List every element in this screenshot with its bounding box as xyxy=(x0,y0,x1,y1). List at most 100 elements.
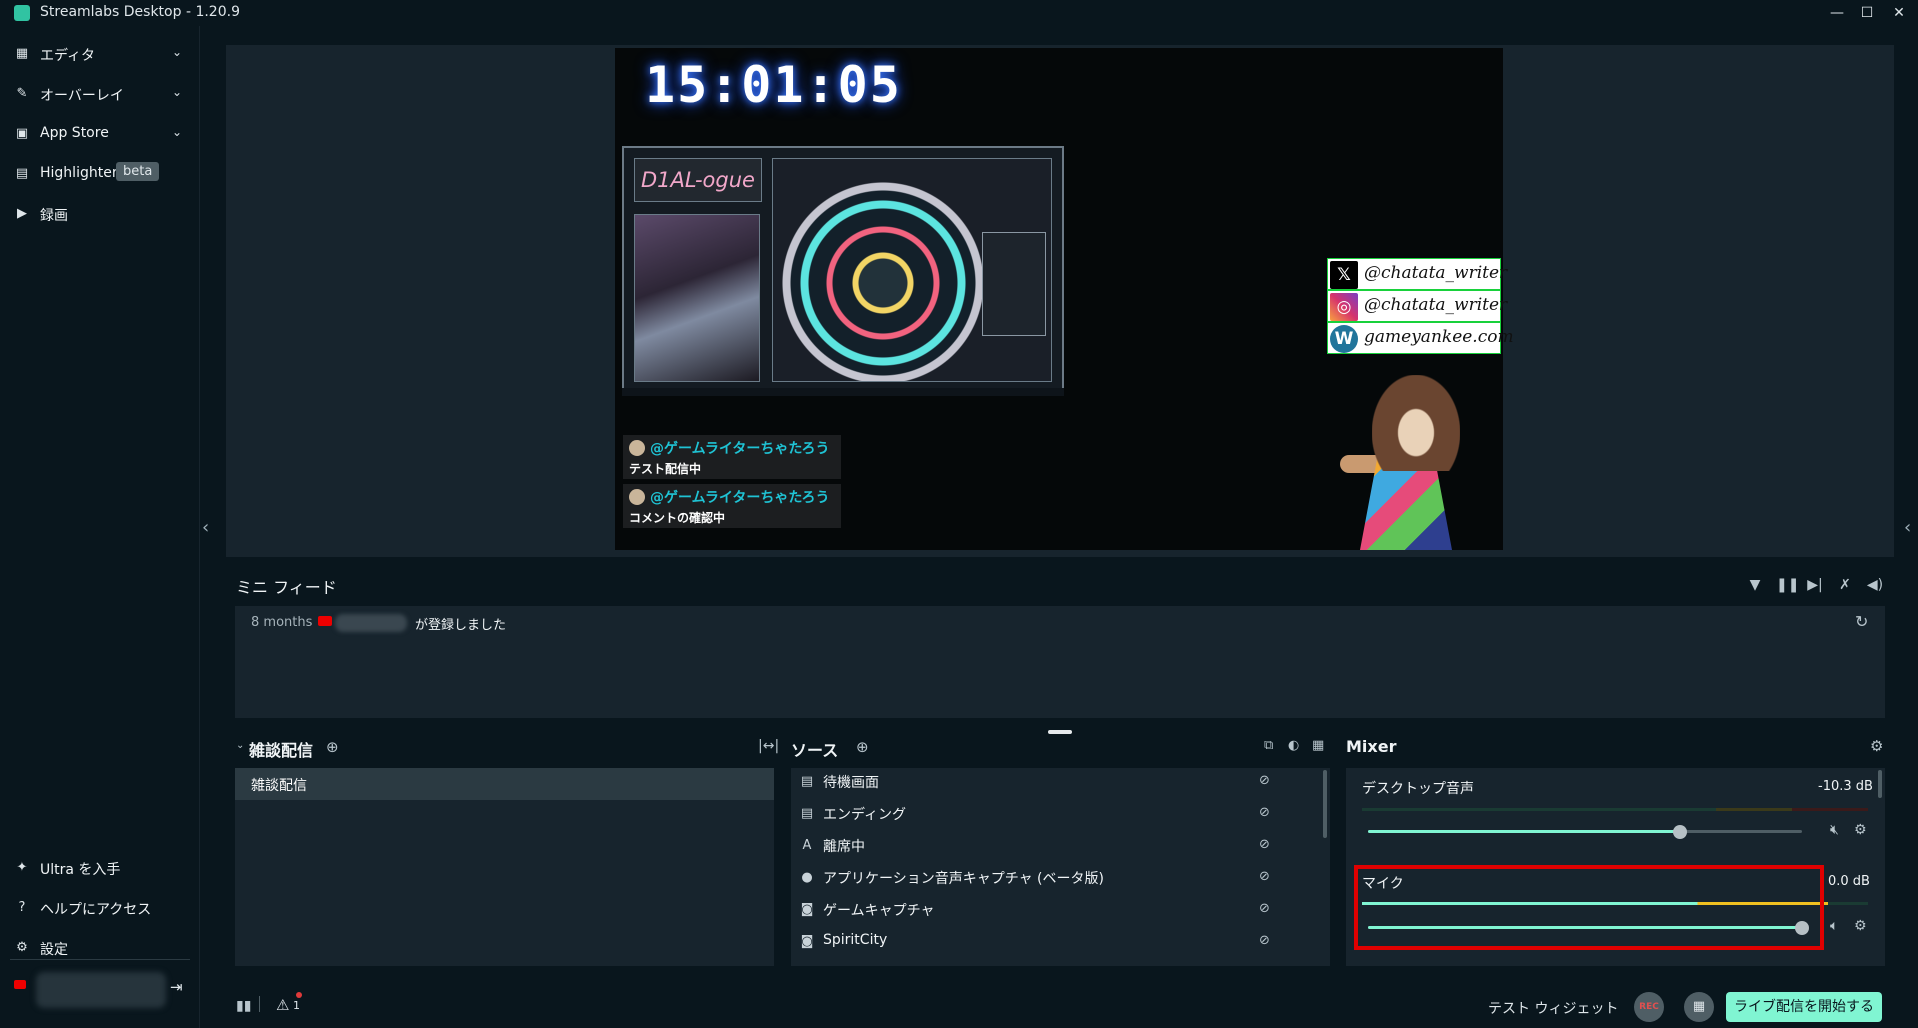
scene-transition-icon[interactable]: |↔| xyxy=(758,738,779,754)
source-item[interactable]: ◙ ゲームキャプチャ ⊘ xyxy=(791,894,1321,926)
skip-icon[interactable]: ▶| xyxy=(1806,576,1824,594)
schedule-icon[interactable]: ▦ xyxy=(1684,992,1714,1022)
event-text: が登録しました xyxy=(415,618,507,633)
social-instagram: ◎ @chatata_writer xyxy=(1327,290,1507,322)
sidebar-item-settings[interactable]: ⚙ 設定 xyxy=(0,929,200,967)
highlighter-icon: ▤ xyxy=(15,166,29,181)
mascot-dog-head xyxy=(1372,375,1460,471)
chevron-down-icon[interactable]: ⌄ xyxy=(172,85,182,99)
volume-icon[interactable]: ◀) xyxy=(1866,576,1884,594)
scenes-title: 雑談配信 xyxy=(249,741,314,760)
refresh-icon[interactable]: ↻ xyxy=(1855,612,1868,631)
visibility-off-icon[interactable]: ⊘ xyxy=(1259,869,1270,884)
x-logo-icon: 𝕏 xyxy=(1330,261,1358,289)
footer-divider xyxy=(259,996,260,1012)
collapse-chevron-icon[interactable]: ⌄ xyxy=(236,740,244,751)
social-handle: @chatata_writer xyxy=(1364,263,1508,283)
minimize-button[interactable]: — xyxy=(1826,2,1848,24)
mute-alerts-icon[interactable]: ✗ xyxy=(1836,576,1854,594)
source-label: ゲームキャプチャ xyxy=(823,903,935,919)
record-button[interactable]: REC xyxy=(1634,992,1664,1022)
sidebar-item-label: Ultra を入手 xyxy=(40,862,121,878)
alert-icon[interactable]: ⚠ xyxy=(276,996,289,1014)
game-side-panel xyxy=(982,232,1046,336)
sidebar-item-highlighter[interactable]: ▤ Highlighter beta xyxy=(0,155,200,193)
maximize-button[interactable]: ☐ xyxy=(1856,2,1878,24)
alert-count: 1 xyxy=(293,999,300,1012)
chat-comment: @ゲームライターちゃたろう テスト配信中 xyxy=(623,435,841,479)
chat-comment: @ゲームライターちゃたろう コメントの確認中 xyxy=(623,484,841,528)
sources-scrollbar[interactable] xyxy=(1323,770,1327,838)
sidebar-item-app-store[interactable]: ▣ App Store ⌄ xyxy=(0,115,200,153)
collapse-right-icon[interactable]: ‹ xyxy=(1904,517,1911,538)
sidebar-item-help[interactable]: ? ヘルプにアクセス xyxy=(0,889,200,927)
gamepad-icon: ◙ xyxy=(800,934,814,949)
mixer-channel-db: 0.0 dB xyxy=(1828,874,1870,889)
source-item[interactable]: ◙ SpiritCity ⊘ xyxy=(791,926,1321,958)
game-title-logo: D1AL-ogue xyxy=(634,158,762,202)
resize-handle[interactable] xyxy=(1048,730,1072,734)
gear-icon[interactable]: ⚙ xyxy=(1870,737,1883,755)
source-item[interactable]: ▤ エンディング ⊘ xyxy=(791,798,1321,830)
add-folder-icon[interactable]: ▦ xyxy=(1312,738,1324,753)
source-item[interactable]: ▤ 待機画面 ⊘ xyxy=(791,766,1321,798)
mixer-channel-db: -10.3 dB xyxy=(1818,779,1873,794)
sidebar-item-overlay[interactable]: ✎ オーバーレイ ⌄ xyxy=(0,75,200,113)
beta-badge: beta xyxy=(116,162,160,181)
clock-overlay: 15:01:05 xyxy=(645,56,902,114)
volume-slider-fill xyxy=(1368,830,1680,833)
test-widgets-button[interactable]: テスト ウィジェット xyxy=(1488,998,1618,1018)
sidebar-item-ultra[interactable]: ✦ Ultra を入手 xyxy=(0,849,200,887)
scene-item[interactable]: 雑談配信 xyxy=(235,768,774,800)
go-live-button[interactable]: ライブ配信を開始する xyxy=(1726,992,1882,1022)
visibility-off-icon[interactable]: ⊘ xyxy=(1259,933,1270,948)
social-handle: gameyankee.com xyxy=(1364,327,1514,347)
gear-icon[interactable]: ⚙ xyxy=(1854,822,1867,838)
add-source-icon[interactable]: ⊕ xyxy=(856,738,869,756)
comment-message: テスト配信中 xyxy=(629,462,702,476)
sources-title: ソース xyxy=(791,741,839,760)
volume-slider-knob[interactable] xyxy=(1673,825,1687,839)
logout-icon[interactable]: ⇥ xyxy=(170,978,183,996)
gear-icon: ⚙ xyxy=(16,940,28,955)
sidebar-item-label: 設定 xyxy=(40,942,68,958)
speaker-icon[interactable]: 🔈︎ xyxy=(1830,918,1838,934)
visibility-off-icon[interactable]: ⊘ xyxy=(1259,837,1270,852)
youtube-icon xyxy=(318,616,332,626)
mic-highlight-box xyxy=(1354,865,1824,950)
chevron-down-icon[interactable]: ⌄ xyxy=(172,125,182,139)
social-handle: @chatata_writer xyxy=(1364,295,1508,315)
pause-icon[interactable]: ❚❚ xyxy=(1776,576,1799,594)
window-title: Streamlabs Desktop - 1.20.9 xyxy=(40,4,240,20)
sidebar-item-label: App Store xyxy=(40,125,109,141)
speaker-muted-icon[interactable]: 🔇︎ xyxy=(1830,822,1839,838)
source-lock-icon[interactable]: ⧉ xyxy=(1264,738,1273,753)
sidebar-item-label: 録画 xyxy=(40,208,68,224)
avatar xyxy=(629,489,645,505)
visibility-off-icon[interactable]: ⊘ xyxy=(1259,805,1270,820)
add-scene-icon[interactable]: ⊕ xyxy=(326,738,339,756)
chevron-down-icon[interactable]: ⌄ xyxy=(172,45,182,59)
sidebar-item-editor[interactable]: ▦ エディタ ⌄ xyxy=(0,35,200,73)
file-icon: ▤ xyxy=(800,806,814,821)
collapse-left-icon[interactable]: ‹ xyxy=(202,517,209,538)
sidebar-item-recordings[interactable]: ▶ 録画 xyxy=(0,195,200,233)
source-label: エンディング xyxy=(823,807,907,823)
sidebar-item-label: オーバーレイ xyxy=(40,88,124,104)
source-audio-icon[interactable]: ◐ xyxy=(1288,738,1299,753)
close-button[interactable]: ✕ xyxy=(1888,2,1910,24)
performance-icon[interactable]: ▮▮ xyxy=(236,998,251,1014)
visibility-off-icon[interactable]: ⊘ xyxy=(1259,773,1270,788)
filter-icon[interactable]: ▼ xyxy=(1746,576,1764,594)
source-label: 離席中 xyxy=(823,839,865,855)
mixer-title: Mixer xyxy=(1346,737,1397,756)
gear-icon[interactable]: ⚙ xyxy=(1854,918,1867,934)
source-item[interactable]: ● アプリケーション音声キャプチャ (ベータ版) ⊘ xyxy=(791,862,1321,894)
mixer-scrollbar[interactable] xyxy=(1878,770,1882,798)
game-status-bar xyxy=(622,388,1064,396)
visibility-off-icon[interactable]: ⊘ xyxy=(1259,901,1270,916)
sidebar-divider xyxy=(10,959,190,960)
source-item[interactable]: A 離席中 ⊘ xyxy=(791,830,1321,862)
gamepad-icon: ◙ xyxy=(800,902,814,917)
social-wordpress: W gameyankee.com xyxy=(1327,322,1514,354)
